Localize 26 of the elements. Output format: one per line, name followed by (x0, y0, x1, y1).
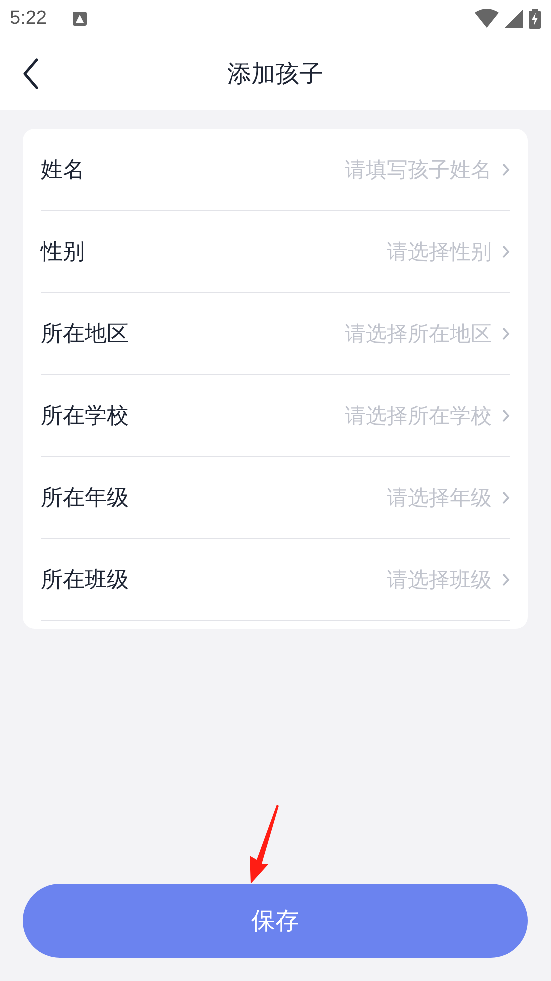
select-field[interactable]: 请选择班级 (387, 566, 510, 594)
select-field[interactable]: 请选择年级 (387, 484, 510, 512)
select-field[interactable]: 请选择所在学校 (345, 402, 510, 430)
chevron-icon (502, 162, 510, 176)
signal-icon (505, 10, 523, 28)
notification-icon (72, 12, 87, 26)
select-field[interactable]: 请选择性别 (387, 238, 510, 266)
battery-icon (529, 9, 541, 29)
chevron-icon (502, 572, 510, 586)
field-label: 所在学校 (41, 402, 130, 430)
field-label: 所在班级 (41, 566, 130, 594)
select-field[interactable]: 请填写孩子姓名 (345, 156, 510, 184)
field-label: 所在地区 (41, 320, 130, 348)
wifi-icon (475, 9, 499, 29)
save-button[interactable]: 保存 (23, 884, 528, 958)
status-time: 5:22 (10, 8, 47, 30)
select-field[interactable]: 请选择所在地区 (345, 320, 510, 348)
chevron-icon (502, 326, 510, 340)
page-title: 添加孩子 (228, 59, 324, 90)
back-icon[interactable] (22, 58, 40, 90)
chevron-icon (502, 408, 510, 422)
field-label: 姓名 (41, 156, 86, 184)
field-label: 所在年级 (41, 484, 130, 512)
field-label: 性别 (41, 238, 86, 266)
chevron-icon (502, 490, 510, 504)
chevron-icon (502, 244, 510, 258)
